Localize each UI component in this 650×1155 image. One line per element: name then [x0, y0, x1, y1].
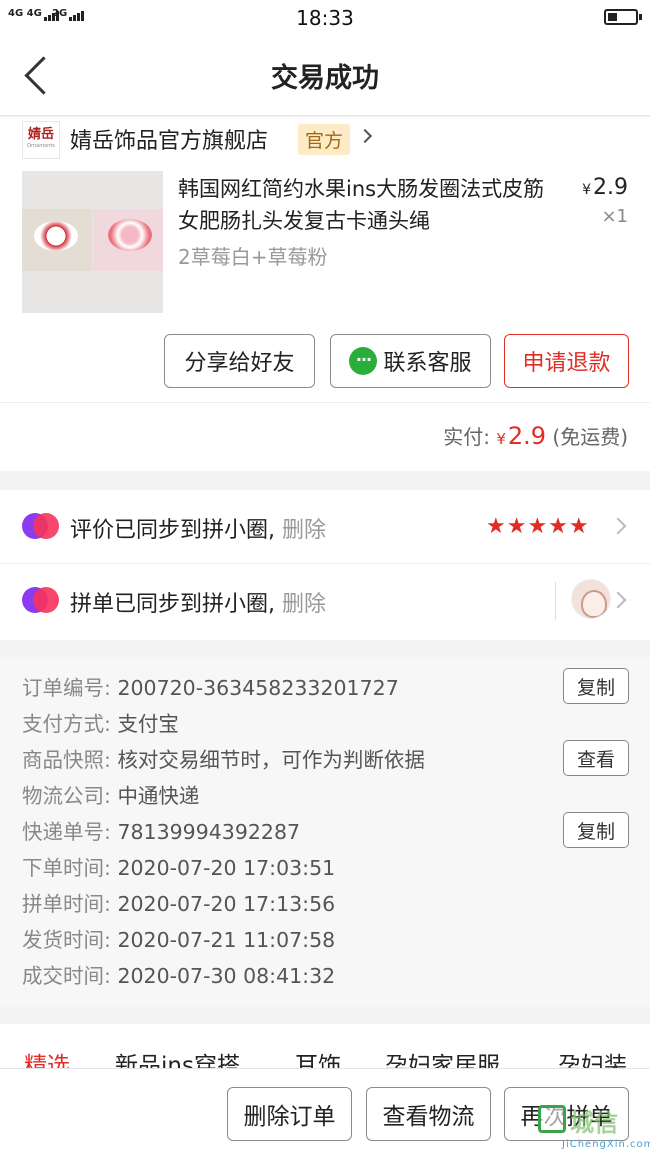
- order-info-row: 订单编号: 200720-363458233201727: [22, 671, 399, 701]
- contact-service-button[interactable]: 联系客服: [330, 334, 491, 388]
- refund-button[interactable]: 申请退款: [504, 334, 629, 388]
- order-info-label: 发货时间:: [22, 928, 118, 952]
- order-info-value: 2020-07-20 17:03:51: [117, 856, 336, 880]
- shop-logo[interactable]: 婧岳 Ornaments: [22, 121, 60, 159]
- delete-link[interactable]: 删除: [282, 518, 326, 543]
- shop-name[interactable]: 婧岳饰品官方旗舰店: [70, 123, 268, 155]
- order-info-row: 物流公司: 中通快递: [22, 779, 199, 809]
- chat-bubble-icon: [349, 347, 378, 375]
- order-info-value: 2020-07-20 17:13:56: [117, 892, 336, 916]
- battery-icon: [604, 9, 642, 25]
- chevron-right-icon[interactable]: [357, 128, 373, 144]
- pin-circle-icon: [22, 513, 60, 539]
- rating-stars: ★★★★★: [486, 514, 590, 539]
- chevron-right-icon[interactable]: [609, 591, 627, 609]
- product-image[interactable]: [22, 171, 163, 313]
- order-info-row: 支付方式: 支付宝: [22, 707, 179, 737]
- order-info-row: 下单时间: 2020-07-20 17:03:51: [22, 851, 335, 881]
- order-info-label: 支付方式:: [22, 712, 118, 736]
- group-sync-row[interactable]: 拼单已同步到拼小圈, 删除: [0, 564, 650, 638]
- order-info-row: 发货时间: 2020-07-21 11:07:58: [22, 923, 335, 953]
- product-card: 婧岳 Ornaments 婧岳饰品官方旗舰店 官方 韩国网红简约水果ins大肠发…: [0, 117, 650, 471]
- watermark-logo: [538, 1105, 566, 1133]
- order-info-value: 78139994392287: [117, 820, 301, 844]
- product-title[interactable]: 韩国网红简约水果ins大肠发圈法式皮筋女肥肠扎头发复古卡通头绳: [178, 173, 558, 237]
- order-info-value: 中通快递: [117, 784, 200, 808]
- pin-circle-icon: [22, 587, 60, 613]
- order-info-row: 快递单号: 78139994392287: [22, 815, 300, 845]
- divider: [0, 402, 650, 403]
- order-info-value: 核对交易细节时，可作为判断依据: [117, 748, 425, 772]
- clock: 18:33: [296, 6, 354, 30]
- review-sync-text: 评价已同步到拼小圈, 删除: [70, 518, 327, 543]
- order-info-label: 快递单号:: [22, 820, 118, 844]
- order-info-label: 订单编号:: [22, 676, 118, 700]
- order-info-value: 2020-07-30 08:41:32: [117, 964, 336, 988]
- order-info-label: 物流公司:: [22, 784, 118, 808]
- copy-button[interactable]: 复制: [563, 812, 629, 848]
- share-button[interactable]: 分享给好友: [164, 334, 315, 388]
- sync-card: 评价已同步到拼小圈, 删除 ★★★★★ 拼单已同步到拼小圈, 删除: [0, 490, 650, 640]
- view-logistics-button[interactable]: 查看物流: [366, 1087, 491, 1141]
- view-button[interactable]: 查看: [563, 740, 629, 776]
- official-badge: 官方: [298, 124, 351, 155]
- order-info-row: 商品快照: 核对交易细节时，可作为判断依据: [22, 743, 425, 773]
- delete-order-button[interactable]: 删除订单: [227, 1087, 352, 1141]
- product-price: ¥2.9: [582, 175, 628, 200]
- order-info-label: 成交时间:: [22, 964, 118, 988]
- order-info-value: 支付宝: [117, 712, 179, 736]
- status-bar: 4G 4G 2G 18:33: [0, 0, 650, 34]
- delete-link[interactable]: 删除: [282, 592, 326, 617]
- watermark: 城信 JiChengXin.com: [532, 1101, 650, 1153]
- copy-button[interactable]: 复制: [563, 668, 629, 704]
- product-quantity: ×1: [601, 206, 628, 227]
- paid-amount: 实付: ¥2.9 (免运费): [443, 422, 628, 450]
- order-info-row: 成交时间: 2020-07-30 08:41:32: [22, 959, 335, 989]
- order-info-value: 2020-07-21 11:07:58: [117, 928, 336, 952]
- page-title: 交易成功: [271, 63, 379, 94]
- divider: [555, 582, 556, 620]
- order-info-card: 订单编号: 200720-363458233201727 复制 支付方式: 支付宝商…: [0, 657, 650, 1007]
- order-info-label: 拼单时间:: [22, 892, 118, 916]
- chevron-right-icon[interactable]: [609, 517, 627, 535]
- order-info-label: 下单时间:: [22, 856, 118, 880]
- order-info-row: 拼单时间: 2020-07-20 17:13:56: [22, 887, 335, 917]
- order-info-label: 商品快照:: [22, 748, 118, 772]
- order-info-value: 200720-363458233201727: [117, 676, 399, 700]
- review-sync-row[interactable]: 评价已同步到拼小圈, 删除 ★★★★★: [0, 490, 650, 564]
- group-sync-text: 拼单已同步到拼小圈, 删除: [70, 592, 327, 617]
- avatar[interactable]: [571, 579, 611, 619]
- product-variant: 2草莓白+草莓粉: [178, 245, 328, 269]
- nav-bar: 交易成功: [0, 34, 650, 116]
